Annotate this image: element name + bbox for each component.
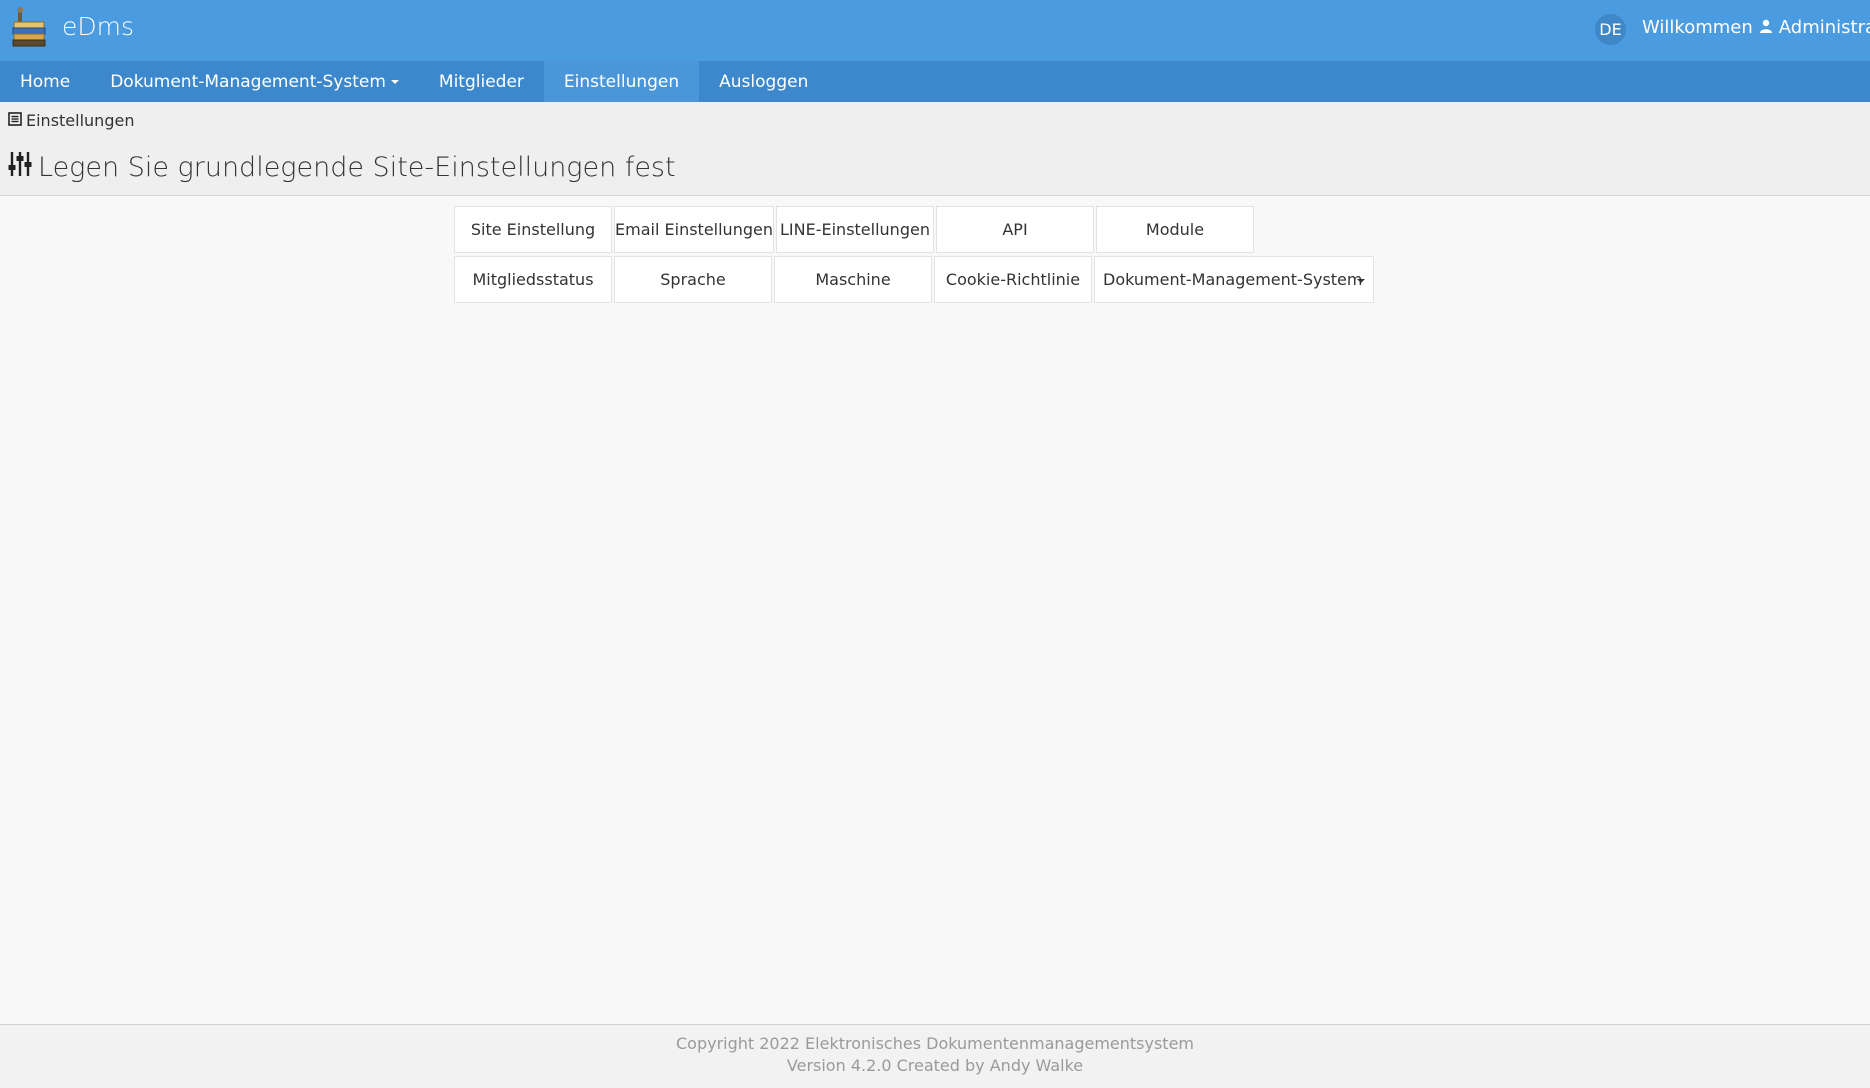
line-settings-label: LINE-Einstellungen <box>780 220 930 239</box>
footer-version: Version 4.2.0 Created by Andy Walke <box>786 1056 1084 1075</box>
nav-members[interactable]: Mitglieder <box>419 61 544 102</box>
chevron-down-icon <box>390 79 399 84</box>
nav-settings[interactable]: Einstellungen <box>543 61 700 102</box>
nav-logout-label: Ausloggen <box>719 71 809 92</box>
page-title: Legen Sie grundlegende Site-Einstellunge… <box>8 150 676 185</box>
welcome-label: Willkommen <box>1642 17 1753 38</box>
member-status-button[interactable]: Mitgliedsstatus <box>454 256 612 303</box>
site-settings-button[interactable]: Site Einstellung <box>454 206 612 253</box>
page-header: Einstellungen Legen Sie grundlegende Sit… <box>0 102 1870 196</box>
language-badge[interactable]: DE <box>1595 14 1626 45</box>
api-label: API <box>1002 220 1028 239</box>
nav-settings-label: Einstellungen <box>563 71 680 92</box>
email-settings-button[interactable]: Email Einstellungen <box>614 206 774 253</box>
email-settings-label: Email Einstellungen <box>615 220 773 239</box>
dms-settings-dropdown[interactable]: Dokument-Management-System <box>1094 256 1374 303</box>
breadcrumb-label[interactable]: Einstellungen <box>26 111 134 130</box>
site-settings-label: Site Einstellung <box>470 220 596 239</box>
chevron-down-icon <box>1357 279 1365 283</box>
nav-home[interactable]: Home <box>0 61 90 102</box>
top-bar: eDms DE Willkommen Administrator <box>0 0 1870 61</box>
machine-label: Maschine <box>815 270 891 289</box>
machine-button[interactable]: Maschine <box>774 256 932 303</box>
main-nav: Home Dokument-Management-System Mitglied… <box>0 61 1870 102</box>
cookie-policy-button[interactable]: Cookie-Richtlinie <box>934 256 1092 303</box>
modules-button[interactable]: Module <box>1096 206 1254 253</box>
logo-icon[interactable] <box>10 6 50 52</box>
member-status-label: Mitgliedsstatus <box>472 270 594 289</box>
user-name: Administrator <box>1778 17 1870 38</box>
nav-members-label: Mitglieder <box>438 71 524 92</box>
nav-home-label: Home <box>20 71 71 92</box>
brand-name[interactable]: eDms <box>62 12 134 41</box>
language-label: Sprache <box>660 270 726 289</box>
welcome-user[interactable]: Willkommen Administrator <box>1642 17 1870 38</box>
list-icon <box>8 111 22 130</box>
footer: Copyright 2022 Elektronisches Dokumenten… <box>0 1024 1870 1088</box>
api-button[interactable]: API <box>936 206 1094 253</box>
footer-copyright: Copyright 2022 Elektronisches Dokumenten… <box>675 1034 1195 1053</box>
breadcrumb: Einstellungen <box>8 111 134 130</box>
line-settings-button[interactable]: LINE-Einstellungen <box>776 206 934 253</box>
nav-dms-label: Dokument-Management-System <box>110 71 386 92</box>
user-icon <box>1759 17 1773 38</box>
dms-settings-label: Dokument-Management-System <box>1103 270 1363 289</box>
modules-label: Module <box>1145 220 1205 239</box>
sliders-icon <box>8 150 32 185</box>
nav-logout[interactable]: Ausloggen <box>699 61 828 102</box>
page-title-text: Legen Sie grundlegende Site-Einstellunge… <box>38 152 676 183</box>
nav-dms-dropdown[interactable]: Dokument-Management-System <box>90 61 419 102</box>
cookie-policy-label: Cookie-Richtlinie <box>945 270 1081 289</box>
language-button[interactable]: Sprache <box>614 256 772 303</box>
